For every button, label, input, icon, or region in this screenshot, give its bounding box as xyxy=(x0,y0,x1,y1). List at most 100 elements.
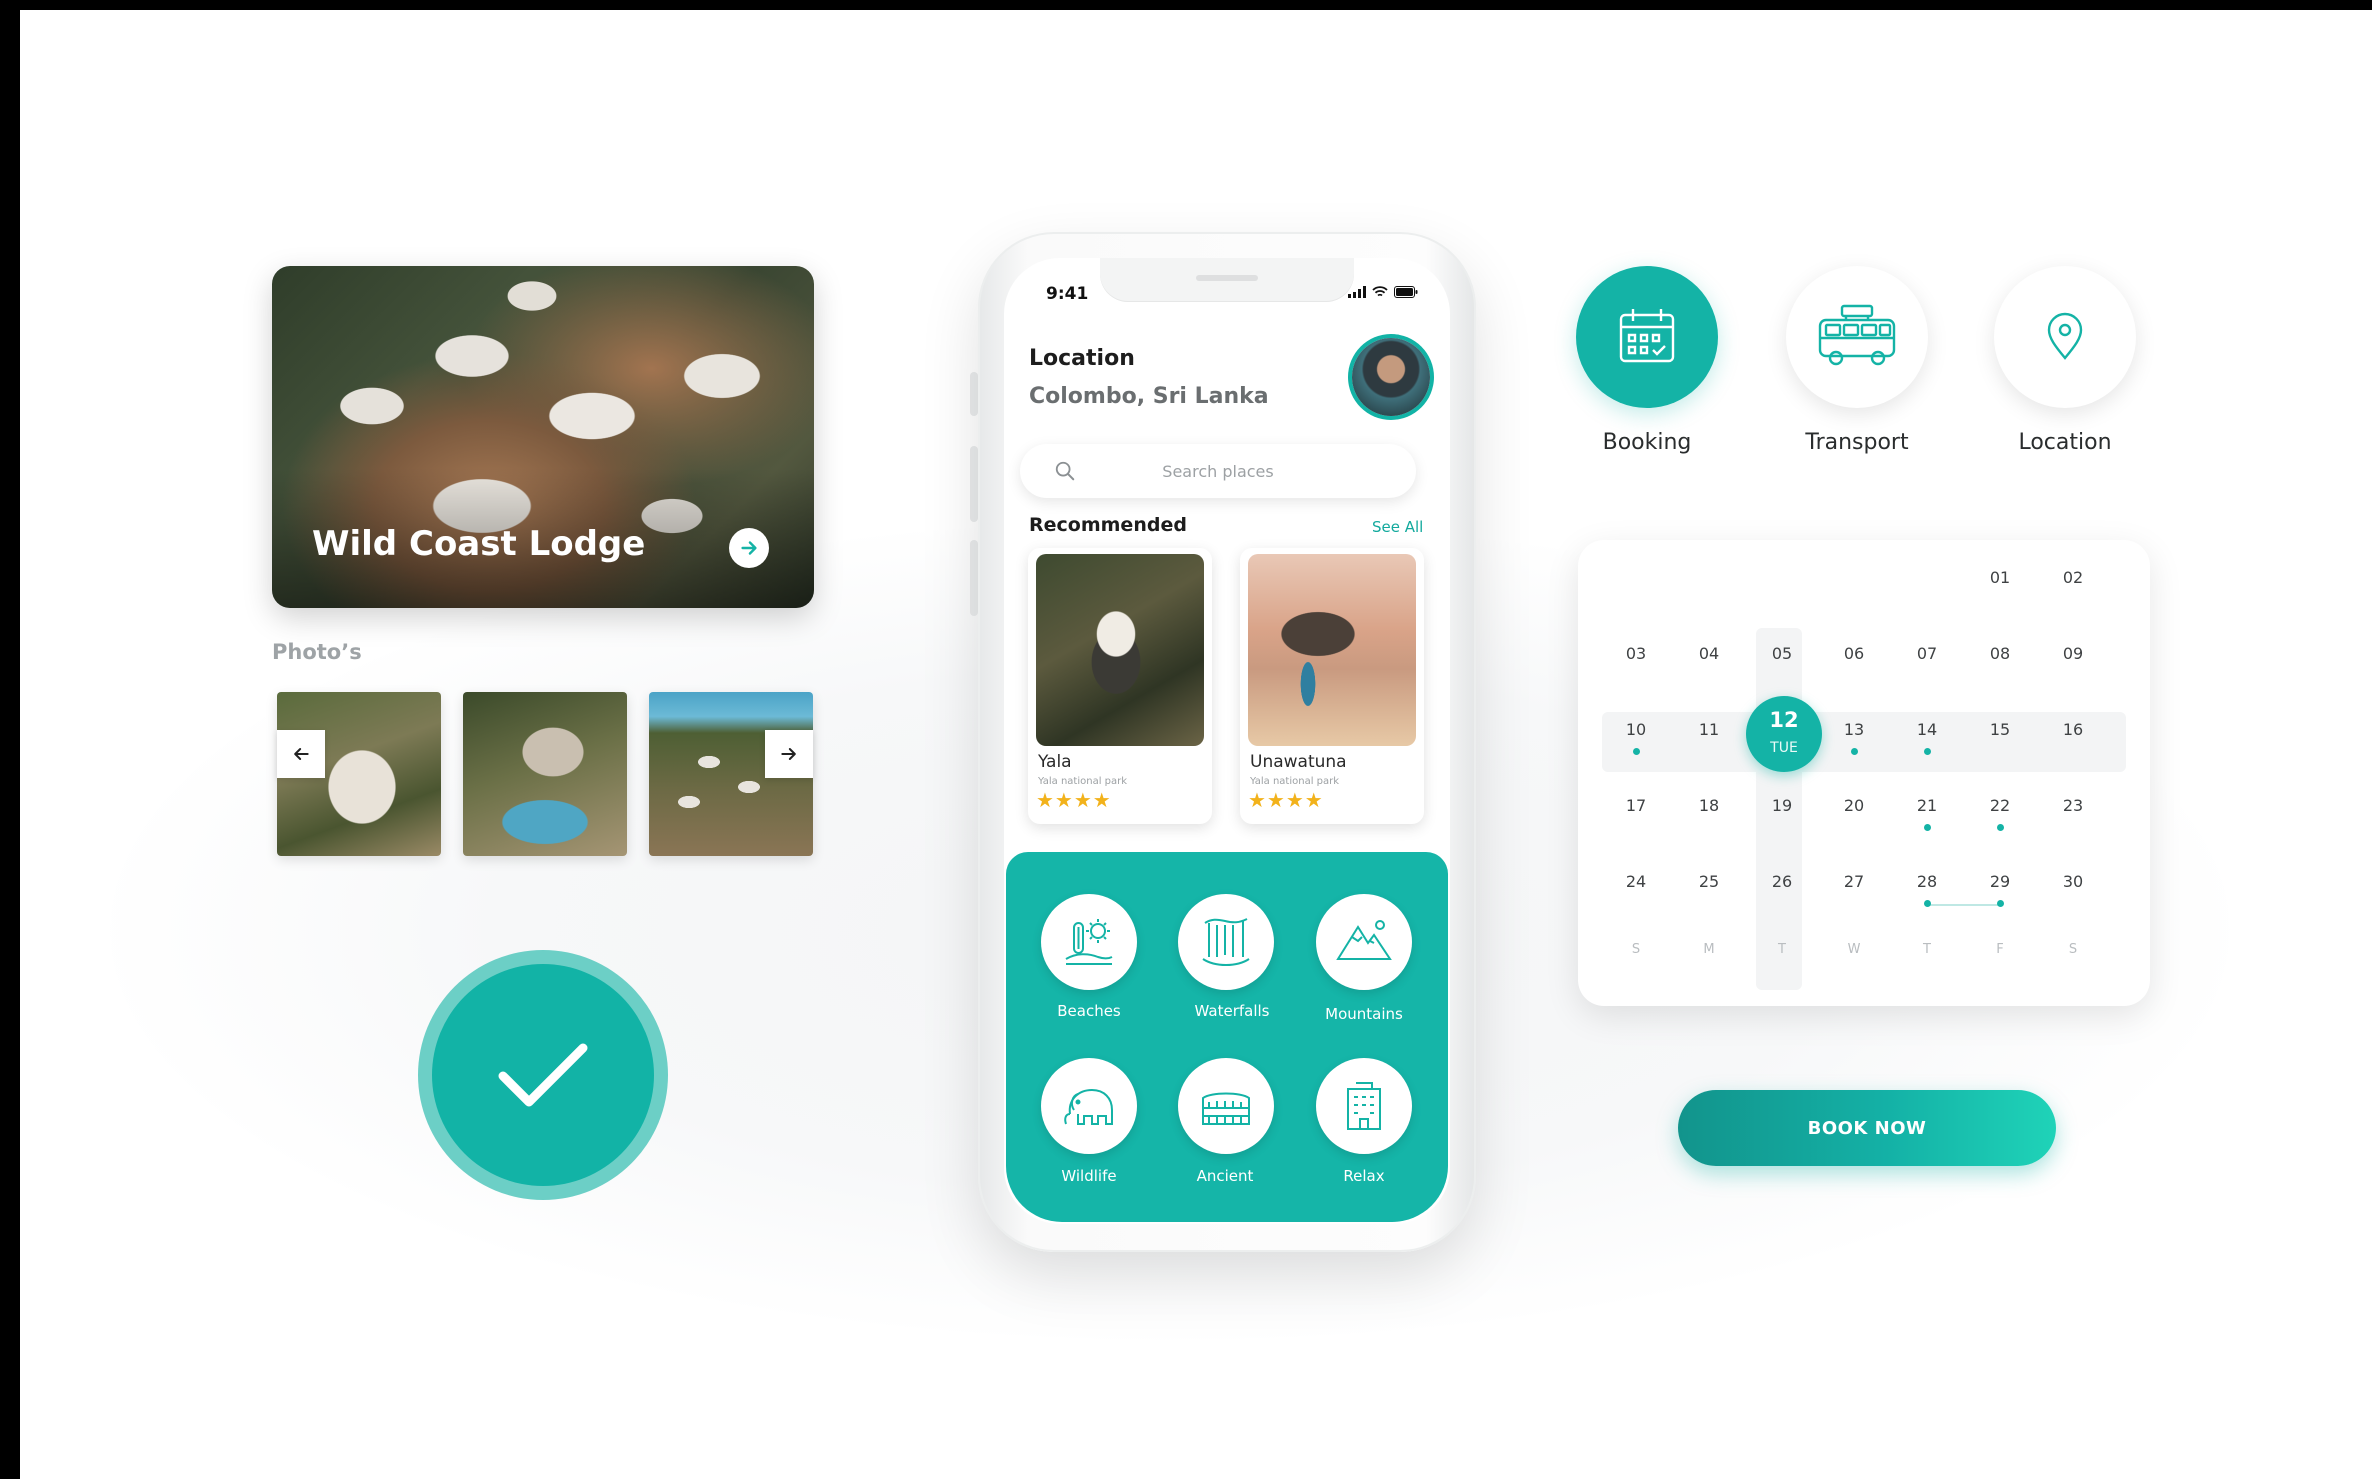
calendar-day[interactable]: 27 xyxy=(1824,872,1884,891)
calendar-day[interactable]: 19 xyxy=(1752,796,1812,815)
calendar-day[interactable]: 07 xyxy=(1897,644,1957,663)
lodge-card[interactable]: Wild Coast Lodge xyxy=(272,266,814,608)
category-label: Waterfalls xyxy=(1194,1002,1270,1020)
phone-side-button xyxy=(970,372,978,416)
colosseum-icon[interactable] xyxy=(1178,1058,1274,1154)
feature-label: Location xyxy=(2018,430,2112,455)
place-image xyxy=(1036,554,1204,746)
calendar-day[interactable]: 21 xyxy=(1897,796,1957,815)
calendar-day[interactable]: 29 xyxy=(1970,872,2030,891)
calendar-day[interactable]: 25 xyxy=(1679,872,1739,891)
search-input[interactable]: Search places xyxy=(1020,444,1416,498)
event-dot xyxy=(1924,900,1931,907)
calendar-day[interactable]: 02 xyxy=(2043,568,2103,587)
calendar-day[interactable]: 01 xyxy=(1970,568,2030,587)
place-subtitle: Yala national park xyxy=(1038,776,1128,787)
photo-thumbnail[interactable] xyxy=(463,692,627,856)
location-button[interactable] xyxy=(1994,266,2136,408)
phone-speaker xyxy=(1196,275,1258,281)
weekday-label: S xyxy=(1631,942,1641,957)
place-name: Yala xyxy=(1038,752,1072,772)
recommended-heading: Recommended xyxy=(1029,514,1187,536)
date-range-line xyxy=(1928,904,2002,906)
weekday-label: F xyxy=(1996,942,2004,957)
calendar-day[interactable]: 14 xyxy=(1897,720,1957,739)
van-icon xyxy=(1818,304,1896,366)
signal-icon xyxy=(1348,286,1366,298)
calendar-day[interactable]: 26 xyxy=(1752,872,1812,891)
top-border xyxy=(0,0,2372,10)
arrow-right-icon[interactable] xyxy=(729,528,769,568)
weekday-label: W xyxy=(1847,942,1861,957)
lodge-title: Wild Coast Lodge xyxy=(312,524,646,564)
calendar-day[interactable]: 03 xyxy=(1606,644,1666,663)
place-image xyxy=(1248,554,1416,746)
status-icons xyxy=(1348,286,1418,298)
calendar-day[interactable]: 22 xyxy=(1970,796,2030,815)
search-placeholder: Search places xyxy=(1162,461,1274,481)
transport-button[interactable] xyxy=(1786,266,1928,408)
checkmark-icon xyxy=(432,964,654,1186)
calendar-day[interactable]: 24 xyxy=(1606,872,1666,891)
category-label: Ancient xyxy=(1196,1167,1254,1185)
event-dot xyxy=(1633,748,1640,755)
category-label: Wildlife xyxy=(1061,1167,1117,1185)
left-border xyxy=(0,0,20,1479)
category-label: Mountains xyxy=(1325,1005,1403,1023)
calendar-day[interactable]: 06 xyxy=(1824,644,1884,663)
arrow-right-icon[interactable] xyxy=(765,730,813,778)
calendar-day[interactable]: 23 xyxy=(2043,796,2103,815)
booking-button[interactable] xyxy=(1576,266,1718,408)
calendar-day[interactable]: 15 xyxy=(1970,720,2030,739)
weekday-label: M xyxy=(1703,942,1715,957)
calendar-day[interactable]: 30 xyxy=(2043,872,2103,891)
place-name: Unawatuna xyxy=(1250,752,1347,772)
calendar-day[interactable]: 05 xyxy=(1752,644,1812,663)
location-pin-icon xyxy=(2047,312,2083,360)
calendar-day[interactable]: 17 xyxy=(1606,796,1666,815)
event-dot xyxy=(1924,748,1931,755)
avatar[interactable] xyxy=(1352,338,1430,416)
status-time: 9:41 xyxy=(1046,284,1089,304)
battery-icon xyxy=(1394,286,1418,298)
weekday-label: T xyxy=(1923,942,1931,957)
location-value[interactable]: Colombo, Sri Lanka xyxy=(1029,384,1269,409)
weekday-label: S xyxy=(2068,942,2078,957)
waterfall-icon[interactable] xyxy=(1178,894,1274,990)
rating-stars: ★★★★ xyxy=(1036,788,1112,812)
arrow-left-icon[interactable] xyxy=(277,730,325,778)
event-dot xyxy=(1851,748,1858,755)
wifi-icon xyxy=(1372,286,1388,297)
calendar-day[interactable]: 11 xyxy=(1679,720,1739,739)
beach-icon[interactable] xyxy=(1041,894,1137,990)
recommended-card[interactable]: Unawatuna Yala national park ★★★★ xyxy=(1240,548,1424,824)
book-now-button[interactable]: BOOK NOW xyxy=(1678,1090,2056,1166)
calendar-day[interactable]: 16 xyxy=(2043,720,2103,739)
recommended-card[interactable]: Yala Yala national park ★★★★ xyxy=(1028,548,1212,824)
event-dot xyxy=(1997,900,2004,907)
calendar-day[interactable]: 28 xyxy=(1897,872,1957,891)
calendar xyxy=(1578,540,2150,1006)
mountain-icon[interactable] xyxy=(1316,894,1412,990)
event-dot xyxy=(1997,824,2004,831)
calendar-icon xyxy=(1619,309,1675,363)
photos-label: Photo’s xyxy=(272,640,362,664)
calendar-day[interactable]: 20 xyxy=(1824,796,1884,815)
phone-side-button xyxy=(970,446,978,522)
calendar-day[interactable]: 08 xyxy=(1970,644,2030,663)
calendar-day[interactable]: 10 xyxy=(1606,720,1666,739)
event-dot xyxy=(1924,824,1931,831)
phone-side-button xyxy=(970,540,978,616)
calendar-day[interactable]: 13 xyxy=(1824,720,1884,739)
elephant-icon[interactable] xyxy=(1041,1058,1137,1154)
calendar-day[interactable]: 09 xyxy=(2043,644,2103,663)
calendar-day[interactable]: 18 xyxy=(1679,796,1739,815)
see-all-link[interactable]: See All xyxy=(1372,518,1423,536)
category-label: Beaches xyxy=(1057,1002,1121,1020)
feature-label: Booking xyxy=(1602,430,1692,455)
hotel-icon[interactable] xyxy=(1316,1058,1412,1154)
calendar-day[interactable]: 04 xyxy=(1679,644,1739,663)
rating-stars: ★★★★ xyxy=(1248,788,1324,812)
selected-date-weekday: TUE xyxy=(1770,740,1798,756)
location-label: Location xyxy=(1029,346,1135,371)
